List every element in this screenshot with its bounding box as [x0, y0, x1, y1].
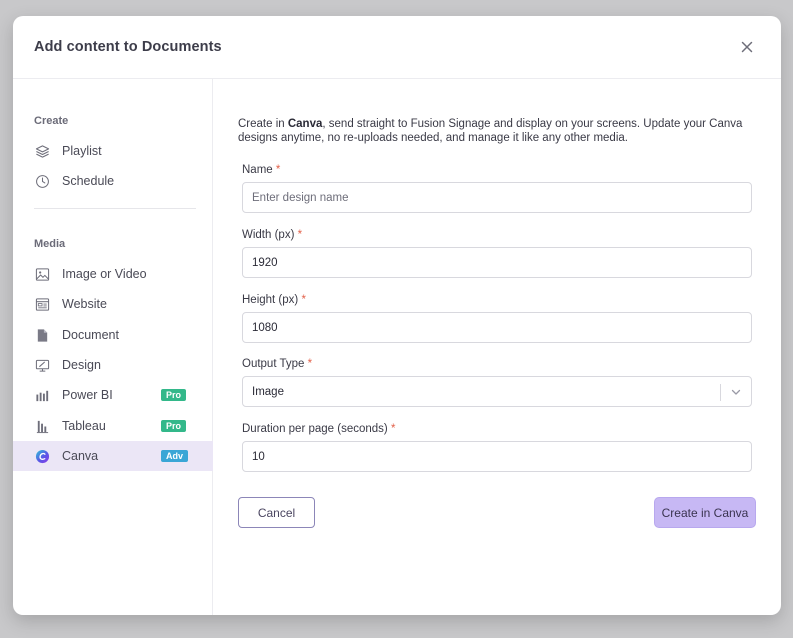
height-label: Height (px) * — [242, 294, 306, 306]
select-separator — [720, 384, 721, 401]
chevron-down-icon[interactable] — [730, 386, 742, 398]
sidebar-item-label: Tableau — [62, 419, 106, 433]
sidebar-item-label: Playlist — [62, 144, 102, 158]
name-input[interactable] — [242, 182, 752, 213]
create-in-canva-button[interactable]: Create in Canva — [654, 497, 756, 528]
clock-icon — [34, 173, 50, 189]
design-icon — [34, 357, 50, 373]
sidebar-item-label: Canva — [62, 449, 99, 463]
website-icon — [34, 296, 50, 312]
sidebar-item-website[interactable]: Website — [13, 289, 213, 319]
output-type-value: Image — [252, 385, 284, 398]
output-type-select[interactable]: Image — [242, 376, 752, 407]
close-icon[interactable] — [739, 39, 755, 55]
sidebar-item-label: Design — [62, 358, 101, 372]
sidebar-item-schedule[interactable]: Schedule — [13, 166, 213, 196]
sidebar-item-tableau[interactable]: Tableau Pro — [13, 411, 213, 441]
width-input[interactable] — [242, 247, 752, 278]
sidebar-item-label: Image or Video — [62, 267, 147, 281]
cancel-button[interactable]: Cancel — [238, 497, 315, 528]
sidebar-item-image-or-video[interactable]: Image or Video — [13, 259, 213, 289]
sidebar-item-label: Website — [62, 297, 107, 311]
tableau-icon — [34, 418, 50, 434]
pro-badge: Pro — [161, 389, 187, 401]
intro-canva-bold: Canva — [287, 118, 323, 130]
output-type-label: Output Type * — [242, 358, 313, 370]
layers-icon — [34, 143, 50, 159]
width-label: Width (px) * — [242, 229, 303, 241]
add-content-modal: Add content to Documents Create Playlist… — [13, 16, 781, 615]
duration-field: Duration per page (seconds) * — [242, 423, 752, 472]
sidebar-item-label: Schedule — [62, 174, 115, 188]
section-label-create: Create — [34, 115, 69, 127]
canva-icon — [34, 448, 50, 464]
pro-badge: Pro — [161, 420, 187, 432]
name-label: Name * — [242, 164, 281, 176]
sidebar-item-playlist[interactable]: Playlist — [13, 136, 213, 166]
adv-badge: Adv — [161, 450, 189, 462]
powerbi-icon — [34, 387, 50, 403]
sidebar-item-document[interactable]: Document — [13, 320, 213, 350]
name-field: Name * — [242, 164, 752, 213]
modal-title: Add content to Documents — [34, 39, 222, 55]
sidebar-item-canva[interactable]: Canva Adv — [13, 441, 213, 471]
sidebar-item-label: Document — [62, 328, 119, 342]
document-icon — [34, 327, 50, 343]
section-label-media: Media — [34, 238, 66, 250]
height-field: Height (px) * — [242, 294, 752, 343]
canva-form: Create in Canva, send straight to Fusion… — [238, 117, 768, 472]
sidebar: Create Playlist Schedule Media Image or … — [13, 79, 213, 615]
sidebar-item-label: Power BI — [62, 388, 113, 402]
sidebar-divider — [34, 208, 196, 209]
output-type-field: Output Type * Image — [242, 358, 752, 407]
duration-label: Duration per page (seconds) * — [242, 423, 396, 435]
width-field: Width (px) * — [242, 229, 752, 278]
modal-header: Add content to Documents — [13, 16, 781, 79]
sidebar-item-design[interactable]: Design — [13, 350, 213, 380]
duration-input[interactable] — [242, 441, 752, 472]
height-input[interactable] — [242, 312, 752, 343]
image-icon — [34, 266, 50, 282]
intro-text: Create in Canva, send straight to Fusion… — [238, 118, 743, 144]
sidebar-item-power-bi[interactable]: Power BI Pro — [13, 380, 213, 410]
